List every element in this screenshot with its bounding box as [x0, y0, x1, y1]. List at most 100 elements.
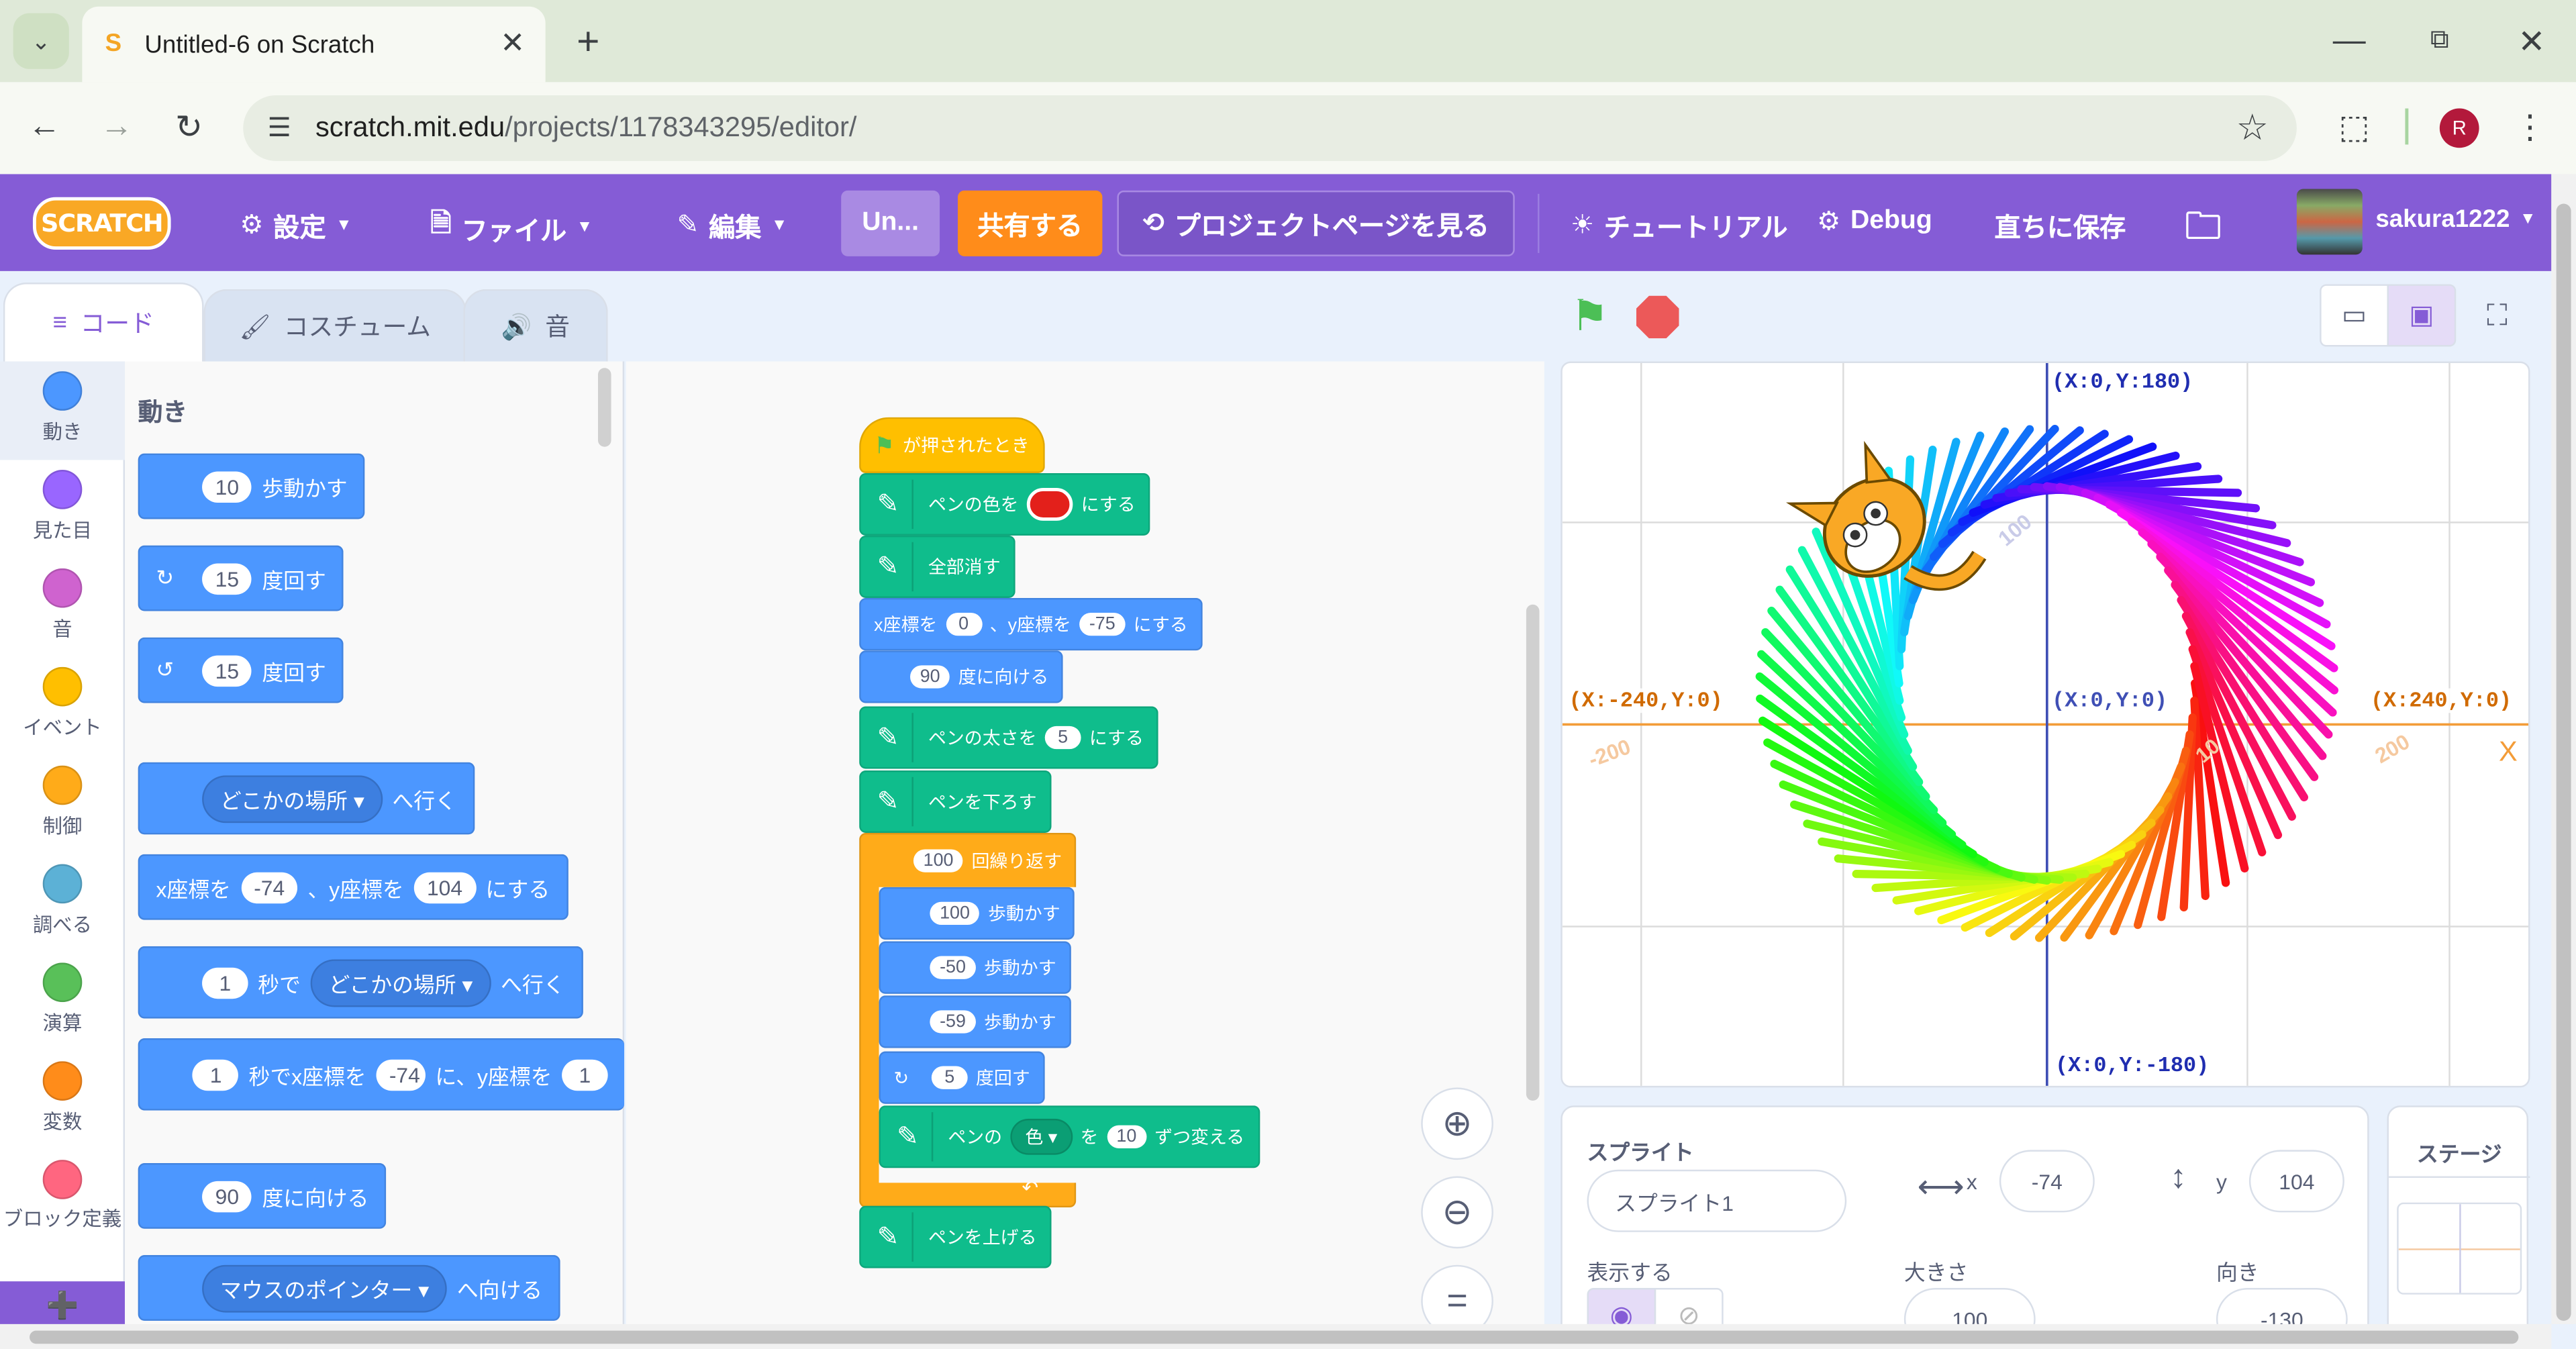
browser-menu-icon[interactable]: ⋮ — [2510, 102, 2550, 151]
tab-costumes[interactable]: 🖌 コスチューム — [203, 289, 467, 362]
block-move-neg59[interactable]: -59 歩動かす — [879, 995, 1071, 1048]
scratch-logo[interactable]: SCRATCH — [32, 197, 171, 250]
palette-scrollbar[interactable] — [597, 368, 611, 447]
small-stage-button[interactable]: ▭ — [2320, 284, 2389, 347]
block-goto-menu[interactable]: どこかの場所 ▾ へ行く — [138, 762, 475, 835]
new-tab-icon[interactable]: + — [565, 19, 611, 66]
forward-icon[interactable]: → — [92, 102, 141, 151]
browser-tab[interactable]: S Untitled-6 on Scratch ✕ — [82, 6, 546, 83]
file-menu[interactable]: 🗎 ファイル ▼ — [430, 205, 593, 250]
share-button[interactable]: 共有する — [958, 190, 1103, 256]
horizontal-scrollbar[interactable] — [0, 1323, 2552, 1349]
stage-thumbnail[interactable] — [2397, 1202, 2522, 1295]
user-avatar[interactable] — [2296, 189, 2363, 255]
restore-icon[interactable]: ⧉ — [2415, 16, 2464, 65]
large-stage-button[interactable]: ▣ — [2387, 284, 2457, 347]
block-point-direction-script[interactable]: 90 度に向ける — [859, 650, 1064, 703]
zoom-in-button[interactable]: ⊕ — [1421, 1087, 1493, 1160]
my-stuff-folder-icon[interactable]: 🗀 — [2185, 199, 2221, 261]
block-turn-left[interactable]: ↺ 15 度回す — [138, 637, 344, 703]
category-sound[interactable]: 音 — [0, 558, 125, 657]
operators-dot — [42, 962, 83, 1003]
stop-button[interactable] — [1636, 295, 1679, 339]
script-area[interactable]: ⚑ が押されたとき ✎ ペンの色を にする ✎ 全部消す x座標を 0 、y座標を -75 にす… — [626, 361, 1544, 1338]
page-scrollbar-thumb[interactable] — [2556, 203, 2571, 1321]
coord-bottom: (X:0,Y:-180) — [2055, 1052, 2210, 1078]
block-point-direction[interactable]: 90 度に向ける — [138, 1162, 387, 1229]
caret-down-icon: ▼ — [771, 215, 788, 234]
point-towards-dropdown[interactable]: マウスのポインター ▾ — [202, 1264, 448, 1312]
extensions-icon[interactable]: ⬚ — [2330, 102, 2379, 151]
block-pen-up[interactable]: ✎ ペンを上げる — [859, 1205, 1052, 1268]
category-my-blocks[interactable]: ブロック定義 — [0, 1150, 125, 1264]
fullscreen-button[interactable]: ⛶ — [2465, 284, 2530, 346]
green-flag-button[interactable]: ⚑ — [1571, 293, 1617, 339]
add-extension-button[interactable]: ➕ — [0, 1281, 126, 1331]
url-field[interactable]: ☰ scratch.mit.edu/projects/1178343295/ed… — [243, 95, 2297, 161]
block-pen-down[interactable]: ✎ ペンを下ろす — [859, 770, 1052, 833]
script-scrollbar[interactable] — [1526, 604, 1540, 1101]
save-now-button[interactable]: 直ちに保存 — [1995, 205, 2126, 245]
account-menu[interactable]: sakura1222 ▼ — [2375, 205, 2536, 234]
motion-dot — [42, 371, 83, 411]
username: sakura1222 — [2375, 205, 2510, 234]
pen-icon: ✎ — [864, 1212, 913, 1262]
stage-canvas[interactable]: 100 -200 200 10 X (X:0,Y:180) (X:0,Y:-18… — [1561, 361, 2530, 1088]
page-scrollbar[interactable] — [2551, 174, 2576, 1324]
category-control[interactable]: 制御 — [0, 756, 125, 854]
tab-code[interactable]: ≡ コード — [3, 283, 204, 362]
category-events[interactable]: イベント — [0, 657, 125, 756]
block-move-neg50[interactable]: -50 歩動かす — [879, 941, 1071, 994]
category-motion[interactable]: 動き — [0, 361, 126, 460]
category-variables[interactable]: 変数 — [0, 1052, 125, 1150]
block-move-100[interactable]: 100 歩動かす — [879, 887, 1075, 940]
project-title-input[interactable]: Un... — [841, 190, 940, 256]
coord-right: (X:240,Y:0) — [2371, 688, 2512, 713]
block-move-steps[interactable]: 10 歩動かす — [138, 453, 366, 519]
block-turn-5[interactable]: ↻ 5 度回す — [879, 1051, 1045, 1104]
pen-color-swatch[interactable] — [1026, 487, 1073, 521]
tutorials-button[interactable]: ☀ チュートリアル — [1571, 205, 1788, 245]
block-change-pen-effect[interactable]: ✎ ペンの色 ▾ を 10 ずつ変える — [879, 1105, 1260, 1168]
block-set-pen-color[interactable]: ✎ ペンの色を にする — [859, 472, 1150, 536]
back-icon[interactable]: ← — [19, 102, 68, 151]
category-looks[interactable]: 見た目 — [0, 460, 125, 558]
bookmark-star-icon[interactable]: ☆ — [2228, 103, 2277, 152]
pen-effect-dropdown[interactable]: 色 ▾ — [1010, 1118, 1073, 1155]
block-glide-to[interactable]: 1 秒で どこかの場所 ▾ へ行く — [138, 946, 583, 1019]
block-point-towards[interactable]: マウスのポインター ▾ へ向ける — [138, 1255, 561, 1321]
caret-down-icon: ▼ — [336, 215, 352, 234]
x-field[interactable]: -74 — [1999, 1150, 2095, 1213]
category-operators[interactable]: 演算 — [0, 953, 125, 1052]
debug-button[interactable]: ⚙ Debug — [1817, 205, 1932, 238]
edit-menu[interactable]: ✎ 編集 ▼ — [677, 205, 787, 245]
when-flag-clicked-hat[interactable]: ⚑ が押されたとき — [859, 417, 1044, 473]
reload-icon[interactable]: ↻ — [164, 102, 213, 151]
profile-avatar[interactable]: R — [2439, 108, 2479, 148]
block-glide-xy[interactable]: 1 秒でx座標を -74 に、y座標を 1 — [138, 1038, 625, 1111]
settings-menu[interactable]: ⚙ 設定 ▼ — [240, 205, 352, 245]
site-info-icon[interactable]: ☰ — [256, 105, 303, 152]
category-sensing[interactable]: 調べる — [0, 854, 125, 953]
glide-dropdown[interactable]: どこかの場所 ▾ — [310, 958, 491, 1007]
block-set-pen-size[interactable]: ✎ ペンの太さを 5 にする — [859, 706, 1158, 769]
block-clear[interactable]: ✎ 全部消す — [859, 535, 1015, 598]
url-domain: scratch.mit.edu — [315, 111, 505, 143]
sprite-name-field[interactable]: スプライト1 — [1587, 1169, 1847, 1232]
see-project-page-button[interactable]: ⟲ プロジェクトページを見る — [1117, 190, 1515, 256]
close-tab-icon[interactable]: ✕ — [493, 23, 532, 62]
repeat-header: 100 回繰り返す — [913, 848, 1062, 874]
turn-right-icon: ↻ — [893, 1068, 909, 1089]
block-turn-right[interactable]: ↻ 15 度回す — [138, 545, 344, 611]
zoom-out-button[interactable]: ⊖ — [1421, 1176, 1493, 1249]
block-goto-xy-script[interactable]: x座標を 0 、y座標を -75 にする — [859, 597, 1203, 651]
horizontal-scrollbar-thumb[interactable] — [30, 1330, 2519, 1344]
file-icon: 🗎 — [430, 210, 452, 238]
minimize-icon[interactable]: — — [2324, 16, 2373, 65]
block-goto-xy[interactable]: x座標を -74 、y座標を 104 にする — [138, 854, 568, 920]
tab-sounds[interactable]: 🔊 音 — [463, 289, 608, 362]
goto-dropdown[interactable]: どこかの場所 ▾ — [202, 775, 383, 823]
close-window-icon[interactable]: ✕ — [2507, 16, 2556, 65]
y-field[interactable]: 104 — [2248, 1150, 2344, 1213]
tab-search-icon[interactable]: ⌄ — [13, 13, 69, 69]
